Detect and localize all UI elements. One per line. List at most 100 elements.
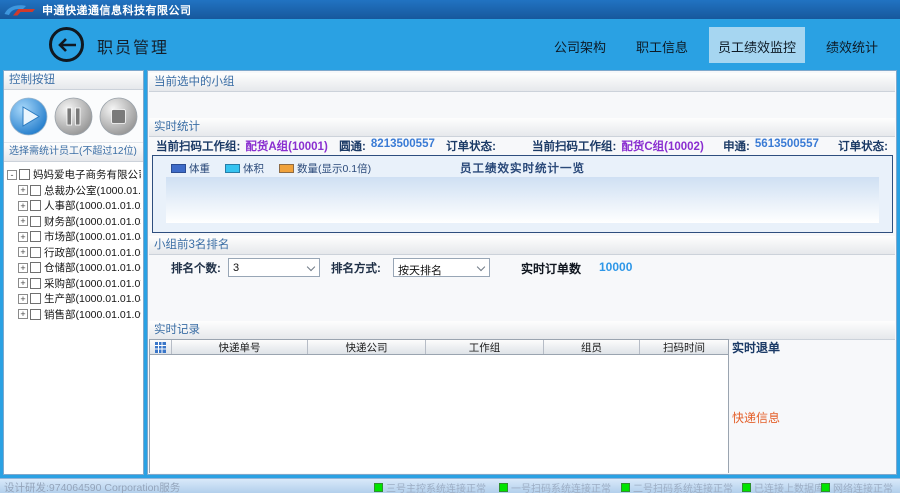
indicator-label: 三号主控系统连接正常 xyxy=(386,480,486,493)
tree-item-dept[interactable]: + 仓储部(1000.01.01.06) xyxy=(7,260,141,276)
checkbox[interactable] xyxy=(30,247,41,258)
rank-count-select[interactable]: 3 xyxy=(228,258,320,277)
records-table-body xyxy=(150,355,728,473)
selected-group-header: 当前选中的小组 xyxy=(149,73,895,92)
expand-icon[interactable]: + xyxy=(18,232,28,242)
indicator-label: 已连接上数据库 xyxy=(754,480,824,493)
rank-mode-label: 排名方式: xyxy=(331,260,381,276)
collapse-icon[interactable]: - xyxy=(7,170,17,180)
col-member[interactable]: 组员 xyxy=(544,340,640,354)
col-tracking-number[interactable]: 快递单号 xyxy=(172,340,308,354)
tree-item-dept[interactable]: + 财务部(1000.01.01.03) xyxy=(7,214,141,230)
tree-item-label[interactable]: 总裁办公室(1000.01.01.01) xyxy=(44,183,141,198)
chevron-down-icon xyxy=(477,263,485,271)
expand-icon[interactable]: + xyxy=(18,263,28,273)
legend-label: 体重 xyxy=(189,161,210,176)
play-button[interactable] xyxy=(9,97,48,136)
expand-icon[interactable]: + xyxy=(18,278,28,288)
status-green-icon xyxy=(499,483,508,492)
indicator-database: 已连接上数据库 xyxy=(742,480,824,493)
checkbox[interactable] xyxy=(30,216,41,227)
work-group-value: 配货A组(10001) xyxy=(245,138,327,154)
rank-count-value: 3 xyxy=(233,262,239,274)
back-button[interactable] xyxy=(49,27,84,62)
courier-value: 8213500557 xyxy=(371,138,435,154)
tree-item-label[interactable]: 财务部(1000.01.01.03) xyxy=(44,214,141,229)
window-title: 申通快递通信息科技有限公司 xyxy=(42,2,192,18)
col-courier-company[interactable]: 快递公司 xyxy=(308,340,426,354)
legend-swatch xyxy=(279,164,294,173)
tree-item-label[interactable]: 行政部(1000.01.01.05) xyxy=(44,245,141,260)
tree-item-dept[interactable]: + 人事部(1000.01.01.02) xyxy=(7,198,141,214)
tab-performance-monitor[interactable]: 员工绩效监控 xyxy=(709,27,805,63)
indicator-label: 一号扫码系统连接正常 xyxy=(511,480,611,493)
tree-item-label[interactable]: 仓储部(1000.01.01.06) xyxy=(44,260,141,275)
checkbox[interactable] xyxy=(30,185,41,196)
status-green-icon xyxy=(742,483,751,492)
work-group-value: 配货C组(10002) xyxy=(621,138,703,154)
tree-item-dept[interactable]: + 总裁办公室(1000.01.01.01) xyxy=(7,183,141,199)
rank-mode-select[interactable]: 按天排名 xyxy=(393,258,490,277)
stop-button[interactable] xyxy=(99,97,138,136)
expand-icon[interactable]: + xyxy=(18,247,28,257)
tree-item-dept[interactable]: + 行政部(1000.01.01.05) xyxy=(7,245,141,261)
legend-swatch xyxy=(225,164,240,173)
checkbox[interactable] xyxy=(30,231,41,242)
app-logo-icon xyxy=(3,3,37,17)
chart-legend: 体重 体积 数量(显示0.1倍) xyxy=(171,161,371,176)
tree-item-label[interactable]: 销售部(1000.01.01.09) xyxy=(44,307,141,322)
checkbox[interactable] xyxy=(30,309,41,320)
stats-left: 当前扫码工作组: 配货A组(10001) 圆通: 8213500557 订单状态… xyxy=(148,137,522,154)
select-staff-header: 选择需统计员工(不超过12位) xyxy=(4,143,143,162)
tab-staff-info[interactable]: 职工信息 xyxy=(627,27,697,63)
expand-icon[interactable]: + xyxy=(18,216,28,226)
tree-children: + 总裁办公室(1000.01.01.01) + 人事部(1000.01.01.… xyxy=(7,183,141,323)
tab-company-structure[interactable]: 公司架构 xyxy=(545,27,615,63)
expand-icon[interactable]: + xyxy=(18,309,28,319)
tree-item-label[interactable]: 人事部(1000.01.01.02) xyxy=(44,198,141,213)
tree-item-dept[interactable]: + 采购部(1000.01.01.07) xyxy=(7,276,141,292)
tree-item-dept[interactable]: + 生产部(1000.01.01.08) xyxy=(7,291,141,307)
checkbox[interactable] xyxy=(19,169,30,180)
records-table: 快递单号 快递公司 工作组 组员 扫码时间 xyxy=(149,339,729,473)
tab-performance-stats[interactable]: 绩效统计 xyxy=(817,27,887,63)
legend-label: 体积 xyxy=(243,161,264,176)
legend-item-quantity: 数量(显示0.1倍) xyxy=(279,161,371,176)
arrow-left-icon xyxy=(57,38,77,52)
indicator-scan-system-2: 二号扫码系统连接正常 xyxy=(621,480,733,493)
grid-icon[interactable] xyxy=(150,340,172,354)
indicator-label: 网络连接正常 xyxy=(833,480,893,493)
legend-swatch xyxy=(171,164,186,173)
tree-item-label[interactable]: 采购部(1000.01.01.07) xyxy=(44,276,141,291)
checkbox[interactable] xyxy=(30,200,41,211)
courier-value: 5613500557 xyxy=(755,138,819,154)
control-buttons-header: 控制按钮 xyxy=(4,71,143,90)
checkbox[interactable] xyxy=(30,262,41,273)
tree-root[interactable]: - 妈妈爱电子商务有限公司 xyxy=(7,167,141,183)
tree-item-dept[interactable]: + 市场部(1000.01.01.04) xyxy=(7,229,141,245)
col-work-group[interactable]: 工作组 xyxy=(426,340,544,354)
department-tree: - 妈妈爱电子商务有限公司 + 总裁办公室(1000.01.01.01) + 人… xyxy=(4,162,143,474)
col-scan-time[interactable]: 扫码时间 xyxy=(640,340,728,354)
realtime-orders-value: 10000 xyxy=(599,260,632,274)
status-green-icon xyxy=(621,483,630,492)
courier-label: 圆通: xyxy=(339,138,366,154)
expand-icon[interactable]: + xyxy=(18,294,28,304)
stats-row: 当前扫码工作组: 配货A组(10001) 圆通: 8213500557 订单状态… xyxy=(148,137,896,154)
realtime-returns-label: 实时退单 xyxy=(732,339,780,356)
stats-right: 当前扫码工作组: 配货C组(10002) 申通: 5613500557 订单状态… xyxy=(522,137,896,154)
realtime-orders-label: 实时订单数 xyxy=(521,260,581,277)
expand-icon[interactable]: + xyxy=(18,185,28,195)
indicator-label: 二号扫码系统连接正常 xyxy=(633,480,733,493)
tree-root-label[interactable]: 妈妈爱电子商务有限公司 xyxy=(33,167,141,182)
order-status-label: 订单状态: xyxy=(446,138,496,154)
page-header: 职员管理 公司架构 职工信息 员工绩效监控 绩效统计 xyxy=(0,19,900,70)
expand-icon[interactable]: + xyxy=(18,201,28,211)
tree-item-label[interactable]: 市场部(1000.01.01.04) xyxy=(44,229,141,244)
legend-item-weight: 体重 xyxy=(171,161,210,176)
tree-item-dept[interactable]: + 销售部(1000.01.01.09) xyxy=(7,307,141,323)
checkbox[interactable] xyxy=(30,293,41,304)
tree-item-label[interactable]: 生产部(1000.01.01.08) xyxy=(44,291,141,306)
checkbox[interactable] xyxy=(30,278,41,289)
pause-button[interactable] xyxy=(54,97,93,136)
